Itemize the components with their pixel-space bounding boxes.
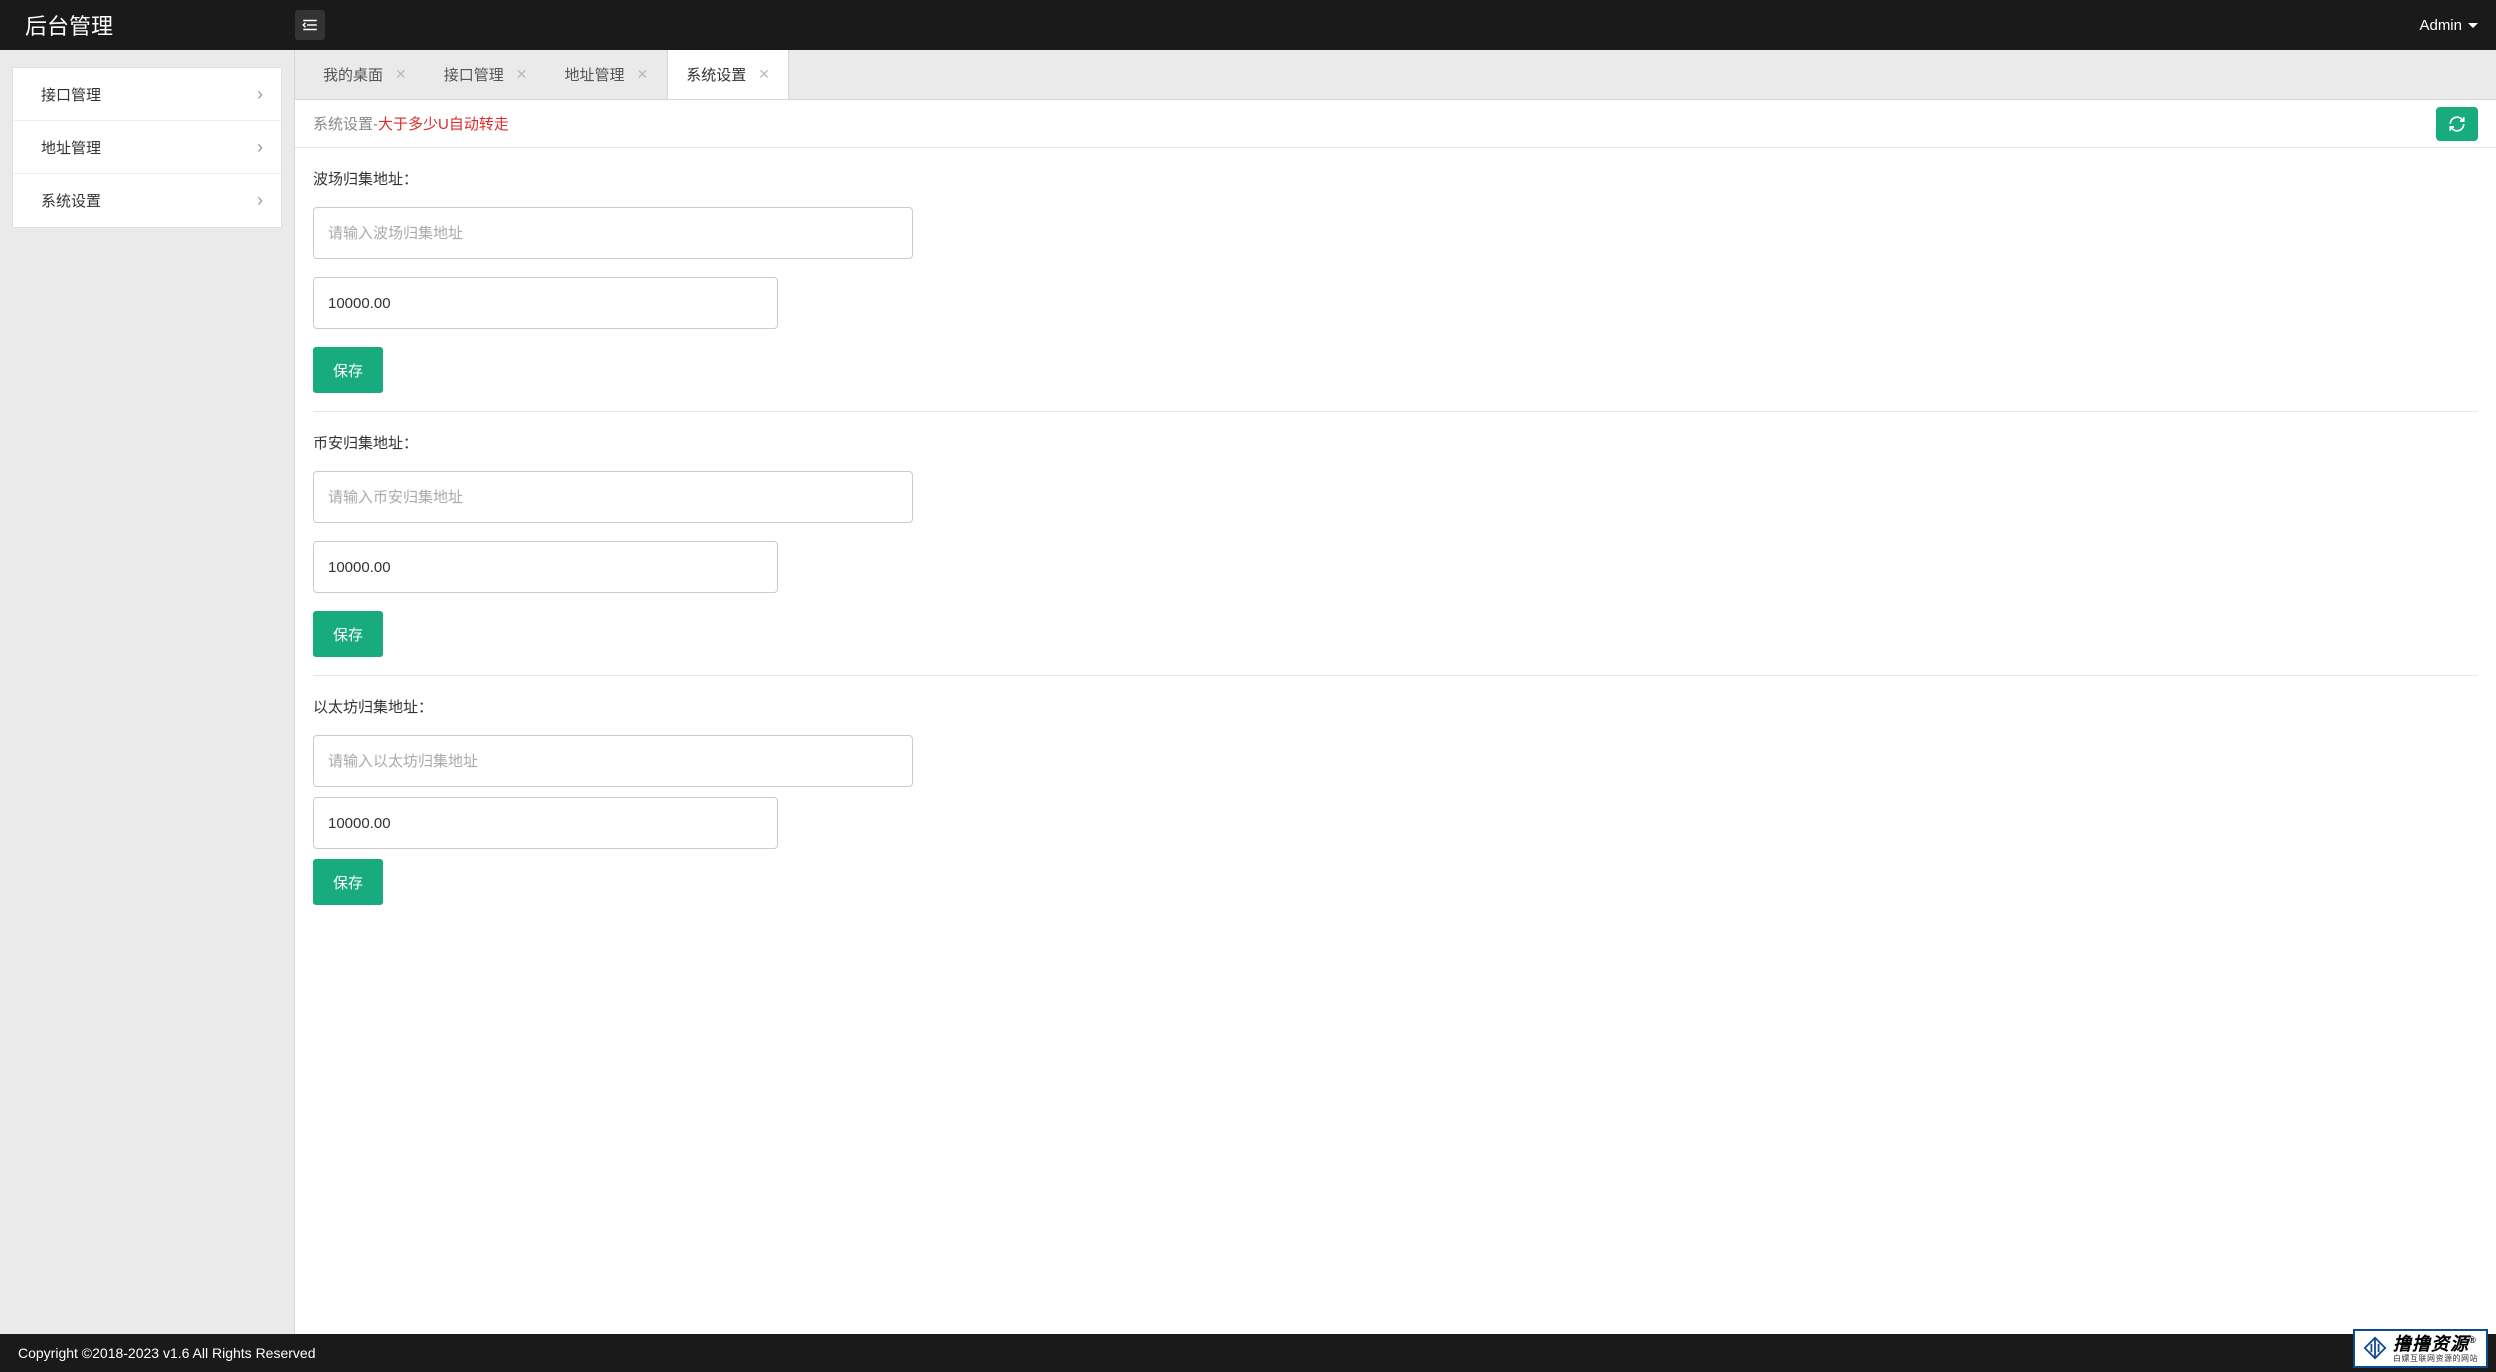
watermark-main-text: 撸撸资源: [2393, 1334, 2469, 1354]
eth-address-input[interactable]: [313, 735, 913, 787]
chevron-right-icon: ›: [257, 84, 263, 105]
tab-label: 我的桌面: [323, 64, 383, 85]
sidebar: 接口管理 › 地址管理 › 系统设置 ›: [0, 50, 295, 1334]
tab-close-icon[interactable]: ✕: [395, 66, 407, 83]
field-label: 以太坊归集地址：: [313, 696, 2478, 717]
user-menu[interactable]: Admin: [2419, 17, 2496, 34]
watermark-logo-icon: [2363, 1336, 2387, 1363]
sidebar-toggle-button[interactable]: [295, 10, 325, 40]
sidebar-item-api[interactable]: 接口管理 ›: [13, 68, 281, 121]
tab-close-icon[interactable]: ✕: [637, 66, 649, 83]
sidebar-item-label: 地址管理: [41, 137, 101, 158]
sidebar-item-system[interactable]: 系统设置 ›: [13, 174, 281, 227]
breadcrumb-accent: 大于多少U自动转走: [378, 116, 509, 133]
tab-bar: 我的桌面 ✕ 接口管理 ✕ 地址管理 ✕ 系统设置 ✕: [295, 50, 2496, 100]
tab-label: 系统设置: [686, 64, 746, 85]
tab-label: 接口管理: [444, 64, 504, 85]
tab-api[interactable]: 接口管理 ✕: [426, 50, 547, 99]
watermark-sub-text: 白嫖互联网资源的网站: [2393, 1355, 2478, 1364]
tab-system[interactable]: 系统设置 ✕: [667, 50, 789, 99]
refresh-button[interactable]: [2436, 107, 2478, 141]
tron-amount-input[interactable]: [313, 277, 778, 329]
brand-title: 后台管理: [0, 9, 287, 41]
footer-bar: Copyright ©2018-2023 v1.6 All Rights Res…: [0, 1334, 2496, 1372]
main-panel: 我的桌面 ✕ 接口管理 ✕ 地址管理 ✕ 系统设置 ✕ 系统设置-大于多少U自动…: [295, 50, 2496, 1334]
binance-amount-input[interactable]: [313, 541, 778, 593]
header-bar: 后台管理 Admin: [0, 0, 2496, 50]
form-content: 波场归集地址： 保存 币安归集地址： 保存 以太坊归集地址： 保存: [295, 148, 2496, 1334]
sidebar-item-address[interactable]: 地址管理 ›: [13, 121, 281, 174]
form-section-binance: 币安归集地址： 保存: [313, 412, 2478, 676]
breadcrumb-prefix: 系统设置-: [313, 116, 378, 133]
form-section-eth: 以太坊归集地址： 保存: [313, 676, 2478, 923]
user-name: Admin: [2419, 17, 2462, 34]
breadcrumb-bar: 系统设置-大于多少U自动转走: [295, 100, 2496, 148]
tab-close-icon[interactable]: ✕: [516, 66, 528, 83]
field-label: 币安归集地址：: [313, 432, 2478, 453]
sidebar-item-label: 系统设置: [41, 190, 101, 211]
save-button-tron[interactable]: 保存: [313, 347, 383, 393]
watermark-badge: 撸撸资源® 白嫖互联网资源的网站: [2353, 1329, 2488, 1368]
caret-down-icon: [2468, 23, 2478, 28]
refresh-icon: [2448, 115, 2466, 133]
binance-address-input[interactable]: [313, 471, 913, 523]
chevron-right-icon: ›: [257, 137, 263, 158]
form-section-tron: 波场归集地址： 保存: [313, 148, 2478, 412]
tab-desktop[interactable]: 我的桌面 ✕: [305, 50, 426, 99]
breadcrumb: 系统设置-大于多少U自动转走: [313, 113, 509, 134]
tab-label: 地址管理: [565, 64, 625, 85]
tron-address-input[interactable]: [313, 207, 913, 259]
tab-address[interactable]: 地址管理 ✕: [547, 50, 668, 99]
field-label: 波场归集地址：: [313, 168, 2478, 189]
save-button-eth[interactable]: 保存: [313, 859, 383, 905]
save-button-binance[interactable]: 保存: [313, 611, 383, 657]
registered-mark: ®: [2469, 1335, 2477, 1345]
tab-close-icon[interactable]: ✕: [758, 66, 770, 83]
copyright-text: Copyright ©2018-2023 v1.6 All Rights Res…: [18, 1345, 315, 1361]
eth-amount-input[interactable]: [313, 797, 778, 849]
chevron-right-icon: ›: [257, 190, 263, 211]
sidebar-item-label: 接口管理: [41, 84, 101, 105]
menu-collapse-icon: [301, 16, 319, 34]
